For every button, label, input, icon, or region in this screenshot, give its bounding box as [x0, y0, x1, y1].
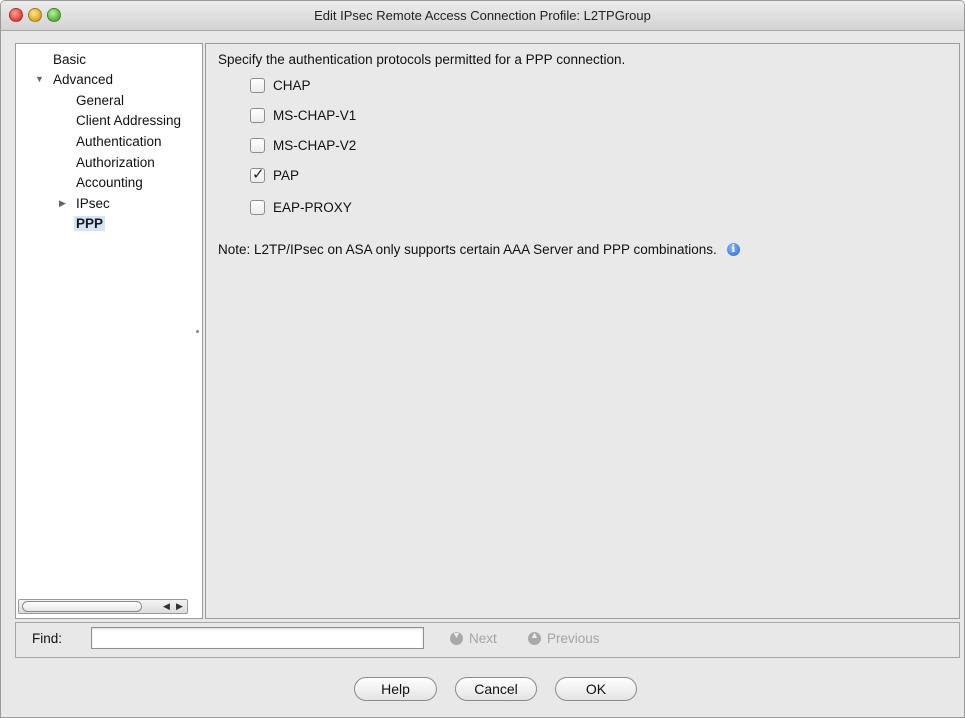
ms-chap-v2-label: MS-CHAP-V2 — [273, 137, 357, 153]
pap-label: PAP — [273, 167, 300, 183]
tree-horizontal-scrollbar[interactable]: ◀ ▶ — [18, 599, 188, 614]
pap-checkbox[interactable]: ✓ — [250, 164, 265, 183]
scroll-left-icon[interactable]: ◀ — [163, 600, 170, 613]
ms-chap-v1-label: MS-CHAP-V1 — [273, 107, 357, 123]
splitter-handle[interactable] — [196, 330, 199, 333]
chap-checkbox[interactable] — [250, 77, 265, 93]
ppp-settings-panel — [205, 43, 960, 619]
title-bar: Edit IPsec Remote Access Connection Prof… — [1, 1, 964, 31]
find-previous-button[interactable]: ▲ Previous — [528, 630, 600, 646]
tree-item-client-addressing[interactable]: Client Addressinɡ — [76, 113, 188, 128]
tree-item-ppp[interactable]: PPP — [74, 216, 106, 231]
ms-chap-v1-checkbox[interactable] — [250, 107, 265, 123]
ok-button[interactable]: OK — [555, 677, 637, 701]
eap-proxy-option[interactable]: EAP-PROXY — [250, 198, 352, 216]
info-icon[interactable]: i — [726, 243, 740, 256]
pap-option[interactable]: ✓ PAP — [250, 164, 300, 184]
help-button[interactable]: Help — [354, 677, 437, 701]
ms-chap-v1-option[interactable]: MS-CHAP-V1 — [250, 106, 356, 124]
tree-item-basic[interactable]: Basic — [53, 52, 86, 67]
chap-option[interactable]: CHAP — [250, 76, 311, 94]
tree-item-authentication[interactable]: Authentication — [76, 134, 162, 149]
find-input[interactable] — [91, 627, 424, 649]
collapsed-arrow-icon[interactable]: ▶ — [59, 198, 66, 209]
previous-arrow-icon: ▲ — [528, 630, 541, 645]
find-next-label: Next — [469, 631, 497, 646]
eap-proxy-checkbox[interactable] — [250, 199, 265, 215]
find-label: Find: — [32, 631, 63, 646]
eap-proxy-label: EAP-PROXY — [273, 199, 352, 215]
next-arrow-icon: ▼ — [450, 630, 463, 645]
tree-item-accounting[interactable]: Accounting — [76, 175, 143, 190]
find-previous-label: Previous — [547, 631, 600, 646]
tree-item-advanced[interactable]: Advanced — [53, 72, 113, 87]
checkmark-icon: ✓ — [252, 164, 265, 183]
find-next-button[interactable]: ▼ Next — [450, 630, 497, 646]
ms-chap-v2-option[interactable]: MS-CHAP-V2 — [250, 136, 356, 154]
tree-item-authorization[interactable]: Authorization — [76, 155, 155, 170]
expanded-arrow-icon[interactable]: ▼ — [35, 74, 44, 84]
cancel-button[interactable]: Cancel — [455, 677, 537, 701]
scroll-right-icon[interactable]: ▶ — [176, 600, 183, 613]
note-text: Note: L2TP/IPsec on ASA only supports ce… — [218, 242, 717, 257]
navigation-tree — [15, 43, 203, 619]
tree-item-ipsec[interactable]: IPsec — [76, 196, 110, 211]
compatibility-note: Note: L2TP/IPsec on ASA only supports ce… — [218, 242, 740, 257]
window-title: Edit IPsec Remote Access Connection Prof… — [314, 8, 651, 23]
tree-item-general[interactable]: General — [76, 93, 124, 108]
chap-label: CHAP — [273, 77, 311, 93]
panel-heading: Specify the authentication protocols per… — [218, 52, 626, 67]
ms-chap-v2-checkbox[interactable] — [250, 137, 265, 153]
scrollbar-thumb[interactable] — [22, 601, 142, 612]
